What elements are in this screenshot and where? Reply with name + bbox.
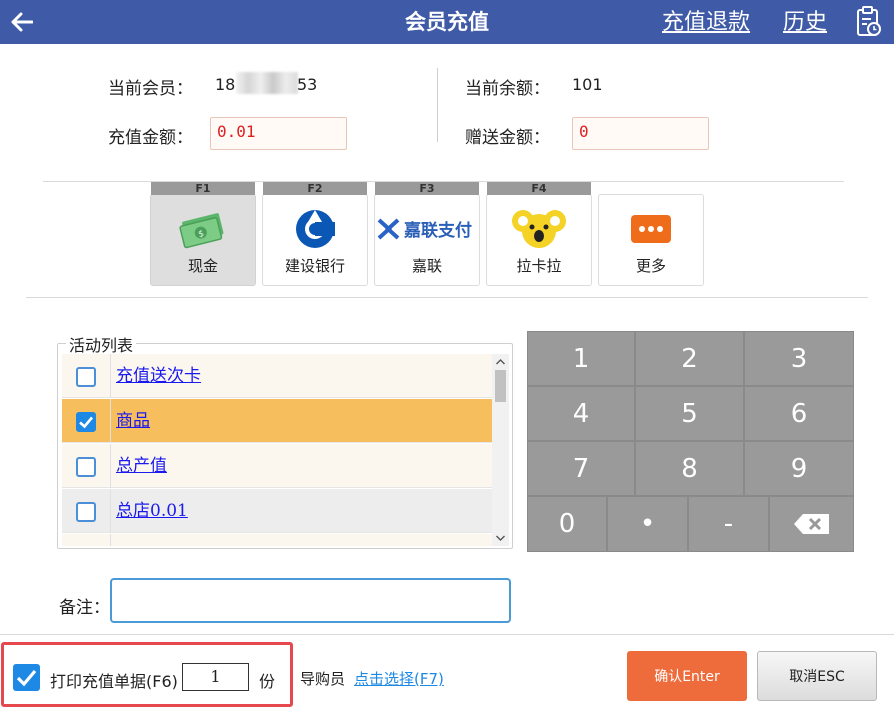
activity-row-partial — [62, 534, 492, 546]
checkbox-cell — [62, 444, 111, 488]
activity-row[interactable]: 总店0.01 — [62, 489, 492, 533]
lakala-koala-icon — [487, 207, 591, 251]
key-0[interactable]: 0 — [528, 497, 606, 551]
pay-method-jialian[interactable]: F3 嘉联支付 嘉联 — [374, 182, 480, 286]
recharge-amount-input[interactable]: 0.01 — [210, 117, 347, 150]
jialian-pay-logo-icon: 嘉联支付 — [375, 207, 479, 251]
recharge-refund-link[interactable]: 充值退款 — [662, 0, 750, 44]
pay-method-ccb[interactable]: F2 建设银行 — [262, 182, 368, 286]
activity-name-link[interactable]: 充值送次卡 — [116, 354, 201, 398]
scroll-down-arrow-icon[interactable] — [492, 531, 509, 545]
balance-value: 101 — [572, 75, 603, 94]
checkbox-cell — [62, 489, 111, 533]
numeric-keypad: 1 2 3 4 5 6 7 8 9 0 • - — [527, 331, 854, 552]
scroll-thumb[interactable] — [495, 370, 506, 402]
check-icon — [16, 669, 37, 687]
divider-middle — [26, 297, 868, 298]
key-2[interactable]: 2 — [636, 332, 743, 385]
key-9[interactable]: 9 — [745, 442, 853, 495]
print-receipt-label: 打印充值单据(F6) — [50, 672, 178, 691]
top-bar: 会员充值 充值退款 历史 — [0, 0, 894, 44]
checkbox-cell — [62, 534, 111, 546]
arrow-left-icon — [11, 12, 33, 32]
svg-text:嘉联支付: 嘉联支付 — [403, 220, 472, 241]
cash-icon: $ — [151, 207, 255, 251]
copies-unit-label: 份 — [259, 672, 276, 691]
clipboard-clock-icon[interactable] — [856, 6, 882, 38]
key-4[interactable]: 4 — [528, 387, 634, 440]
key-6[interactable]: 6 — [745, 387, 853, 440]
activity-row[interactable]: 总产值 — [62, 444, 492, 488]
member-phone-prefix: 18 — [215, 75, 236, 94]
key-minus[interactable]: - — [689, 497, 768, 551]
activity-list-legend: 活动列表 — [66, 332, 137, 356]
pay-method-lakala[interactable]: F4 拉卡拉 — [486, 182, 592, 286]
print-receipt-checkbox[interactable] — [13, 664, 40, 691]
gift-amount-label: 赠送金额： — [465, 128, 550, 148]
pay-method-more[interactable]: 更多 — [598, 194, 704, 286]
activity-checkbox[interactable] — [76, 367, 96, 387]
key-8[interactable]: 8 — [636, 442, 743, 495]
key-5[interactable]: 5 — [636, 387, 743, 440]
checkbox-cell — [62, 354, 111, 398]
balance-label: 当前余额： — [465, 79, 550, 99]
back-button[interactable] — [0, 0, 44, 44]
guide-label: 导购员 — [300, 670, 346, 688]
cancel-button[interactable]: 取消ESC — [757, 651, 877, 701]
pay-method-label: 现金 — [187, 257, 218, 275]
activity-checkbox[interactable] — [76, 412, 96, 432]
pay-method-label: 拉卡拉 — [516, 257, 562, 275]
backspace-icon — [793, 514, 829, 534]
print-copies-input[interactable]: 1 — [182, 663, 249, 691]
key-3[interactable]: 3 — [745, 332, 853, 385]
current-member-label: 当前会员： — [108, 79, 193, 99]
ccb-logo-icon — [263, 207, 367, 251]
page-title: 会员充值 — [405, 10, 489, 34]
recharge-amount-label: 充值金额： — [108, 128, 193, 148]
shortcut-key-label: F4 — [487, 182, 591, 195]
activity-row[interactable]: 充值送次卡 — [62, 354, 492, 398]
checkbox-cell — [62, 399, 111, 443]
key-1[interactable]: 1 — [528, 332, 634, 385]
scroll-up-arrow-icon[interactable] — [492, 355, 509, 369]
footer-divider — [0, 634, 894, 635]
shortcut-key-label: F1 — [151, 182, 255, 195]
key-dot[interactable]: • — [608, 497, 687, 551]
info-divider — [437, 68, 438, 142]
shortcut-key-label: F2 — [263, 182, 367, 195]
activity-name-link[interactable]: 总产值 — [116, 444, 167, 488]
activity-list-scrollbar[interactable] — [492, 354, 509, 546]
remark-input[interactable] — [110, 578, 511, 623]
activity-checkbox[interactable] — [76, 502, 96, 522]
activity-name-link[interactable]: 总店0.01 — [116, 489, 188, 533]
more-icon — [599, 207, 703, 251]
activity-row-selected[interactable]: 商品 — [62, 399, 492, 443]
activity-checkbox[interactable] — [76, 457, 96, 477]
pay-method-cash[interactable]: F1 $ 现金 — [150, 182, 256, 286]
shortcut-key-label: F3 — [375, 182, 479, 195]
key-backspace[interactable] — [770, 497, 853, 551]
member-phone-suffix: 53 — [297, 75, 318, 94]
gift-amount-input[interactable]: 0 — [572, 117, 709, 150]
check-icon — [79, 416, 93, 429]
pay-method-label: 更多 — [635, 257, 666, 275]
phone-mask — [236, 72, 298, 94]
pay-method-label: 嘉联 — [411, 257, 442, 275]
activity-name-link[interactable]: 商品 — [116, 399, 150, 443]
key-7[interactable]: 7 — [528, 442, 634, 495]
history-link[interactable]: 历史 — [783, 0, 827, 44]
remark-label: 备注： — [59, 598, 110, 618]
select-guide-link[interactable]: 点击选择(F7) — [354, 668, 444, 689]
pay-method-label: 建设银行 — [284, 257, 345, 275]
confirm-button[interactable]: 确认Enter — [627, 651, 747, 701]
